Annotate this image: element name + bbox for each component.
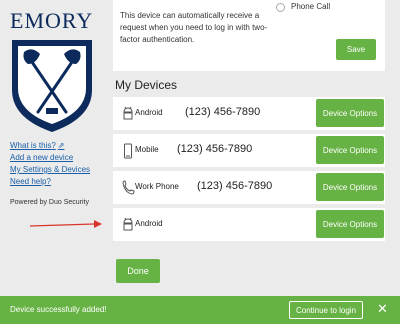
what-is-this-link[interactable]: What is this? ⇗ [10,140,90,152]
device-options-button[interactable]: Device Options [316,136,384,164]
add-new-device-link[interactable]: Add a new device [10,152,90,164]
android-icon [123,106,133,120]
device-row: Mobile (123) 456-7890 Device Options [113,134,385,167]
sidebar-links: What is this? ⇗ Add a new device My Setti… [10,140,90,188]
done-button[interactable]: Done [116,259,160,283]
close-icon[interactable]: ✕ [377,302,388,316]
success-banner: Device successfully added! Continue to l… [0,296,400,324]
emory-shield-logo [12,40,92,132]
continue-to-login-button[interactable]: Continue to login [289,301,363,319]
device-name: Android [135,219,163,228]
phone-call-radio[interactable] [276,3,285,12]
device-phone: (123) 456-7890 [177,143,253,155]
device-name: Mobile [135,145,159,154]
device-phone: (123) 456-7890 [185,106,261,118]
success-message: Device successfully added! [10,305,107,314]
need-help-link[interactable]: Need help? [10,176,90,188]
android-icon [123,217,133,231]
my-settings-devices-link[interactable]: My Settings & Devices [10,164,90,176]
red-arrow-annotation [30,220,102,228]
device-row: Android Device Options [113,208,385,241]
emory-logo-text: EMORY [10,8,94,33]
save-button[interactable]: Save [336,39,376,60]
mobile-phone-icon [124,143,132,159]
device-options-button[interactable]: Device Options [316,99,384,127]
auto-request-description: This device can automatically receive a … [120,11,268,44]
phone-handset-icon [122,180,135,195]
device-row: Android (123) 456-7890 Device Options [113,97,385,130]
external-link-icon: ⇗ [57,141,65,150]
device-options-button[interactable]: Device Options [316,173,384,201]
my-devices-title: My Devices [115,78,178,92]
device-name: Work Phone [135,182,179,191]
device-phone: (123) 456-7890 [197,180,273,192]
powered-by-text: Powered by Duo Security [10,199,89,206]
device-row: Work Phone (123) 456-7890 Device Options [113,171,385,204]
phone-call-label: Phone Call [291,2,331,11]
device-options-button[interactable]: Device Options [316,210,384,238]
device-name: Android [135,108,163,117]
